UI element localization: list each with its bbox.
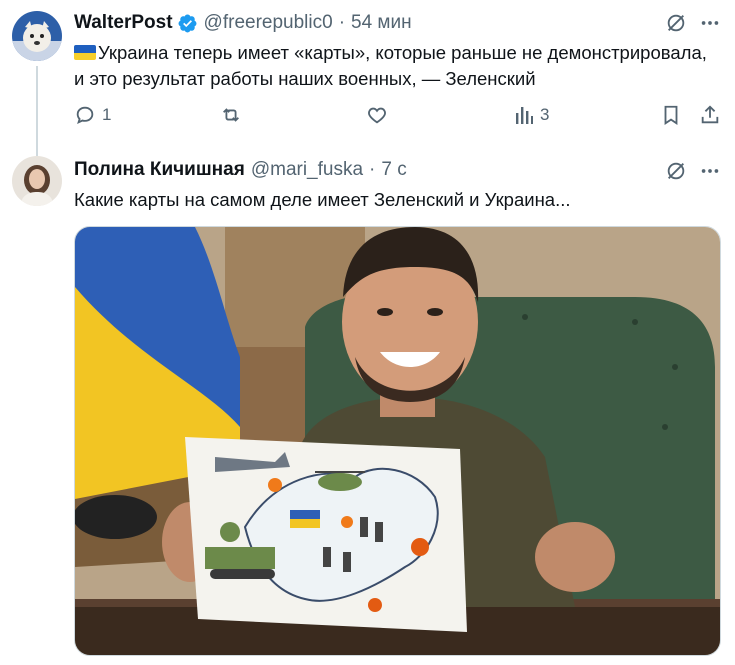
separator-dot: ·	[338, 12, 346, 33]
reply-icon	[76, 106, 94, 125]
tweet-text: Какие карты на самом деле имеет Зеленски…	[74, 189, 571, 210]
tweet-media-photo[interactable]	[74, 226, 721, 656]
like-icon	[368, 107, 386, 124]
more-icon	[701, 21, 719, 25]
more-button[interactable]	[698, 160, 722, 182]
timestamp[interactable]: 54 мин	[351, 12, 412, 34]
tweet-walterpost[interactable]: WalterPost @freerepublic0 · 54 мин Украи…	[0, 0, 735, 156]
ukraine-flag-icon	[74, 45, 96, 60]
share-button[interactable]	[699, 104, 721, 126]
retweet-icon	[223, 108, 239, 122]
retweet-button[interactable]	[219, 104, 243, 126]
more-button[interactable]	[698, 12, 722, 34]
avatar-walterpost[interactable]	[12, 11, 62, 61]
display-name[interactable]: WalterPost	[74, 12, 173, 34]
tweet-text-line1: Украина теперь имеет «карты», которые ра…	[98, 42, 707, 63]
tweet-text-line2: и это результат работы наших военных, — …	[74, 68, 536, 89]
separator-dot: ·	[369, 159, 376, 180]
views-count: 3	[540, 105, 550, 124]
timestamp[interactable]: 7 с	[381, 159, 406, 181]
grok-icon	[667, 162, 685, 180]
thread-line	[36, 66, 38, 156]
grok-button[interactable]	[665, 160, 687, 182]
verified-badge-icon	[178, 14, 197, 32]
avatar-polina[interactable]	[12, 156, 62, 206]
photo-illustration	[75, 227, 720, 655]
views-button[interactable]: 3	[514, 104, 549, 126]
more-icon	[701, 169, 719, 173]
reply-count: 1	[102, 105, 112, 124]
tweet-header: WalterPost @freerepublic0 · 54 мин	[74, 12, 412, 34]
user-handle[interactable]: @mari_fuska	[251, 159, 363, 181]
grok-button[interactable]	[665, 12, 687, 34]
display-name[interactable]: Полина Кичишная	[74, 159, 245, 181]
grok-icon	[667, 14, 685, 32]
reply-button[interactable]: 1	[74, 104, 111, 126]
bookmark-icon	[664, 105, 678, 125]
tweet-text: Украина теперь имеет «карты», которые ра…	[74, 40, 707, 92]
bookmark-button[interactable]	[661, 104, 681, 126]
like-button[interactable]	[366, 104, 388, 126]
views-icon	[516, 107, 533, 124]
user-handle[interactable]: @freerepublic0	[204, 12, 333, 34]
share-icon	[701, 105, 719, 124]
tweet-header: Полина Кичишная @mari_fuska · 7 с	[74, 159, 407, 181]
